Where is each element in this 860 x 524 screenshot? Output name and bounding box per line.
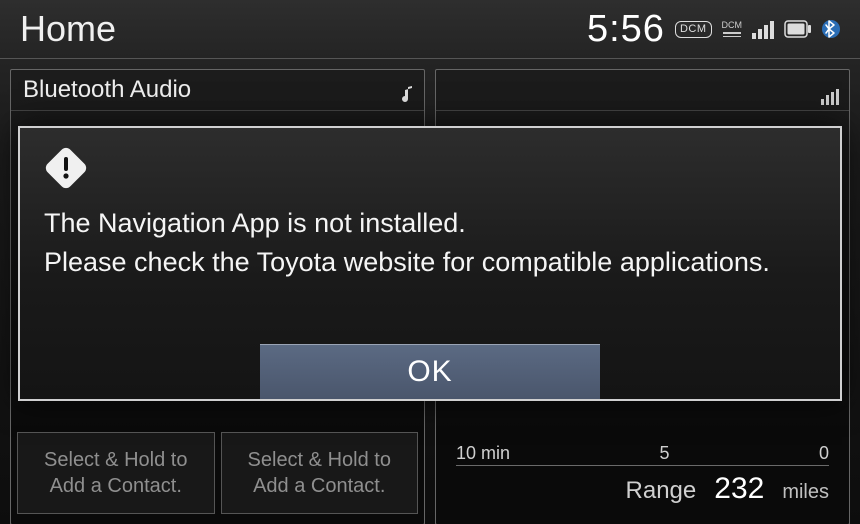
home-button[interactable]: Home bbox=[20, 8, 116, 50]
signal-icon bbox=[752, 19, 774, 39]
range-unit: miles bbox=[782, 481, 829, 504]
contact-slot-1[interactable]: Select & Hold to Add a Contact. bbox=[17, 432, 215, 514]
music-note-icon bbox=[398, 78, 414, 118]
audio-panel-title: Bluetooth Audio bbox=[11, 70, 424, 111]
bluetooth-icon bbox=[822, 16, 840, 42]
status-bar: Home 5:56 DCM DCM bbox=[0, 0, 860, 59]
clock: 5:56 bbox=[587, 8, 665, 51]
contact-slot-2[interactable]: Select & Hold to Add a Contact. bbox=[221, 432, 419, 514]
info-panel-header bbox=[436, 70, 849, 111]
warning-icon bbox=[44, 146, 88, 190]
alert-dialog: The Navigation App is not installed. Ple… bbox=[18, 126, 842, 401]
bars-icon bbox=[821, 78, 839, 118]
dcm-badge: DCM bbox=[675, 21, 712, 38]
dcm-sub-icon: DCM bbox=[722, 21, 743, 37]
alert-line-1: The Navigation App is not installed. bbox=[44, 204, 816, 243]
tick-label: 10 min bbox=[456, 443, 510, 464]
range-value: 232 bbox=[714, 472, 764, 506]
tick-label: 5 bbox=[660, 443, 670, 464]
range-row: Range 232 miles bbox=[456, 465, 829, 506]
ok-button[interactable]: OK bbox=[260, 344, 600, 399]
range-label: Range bbox=[626, 477, 697, 505]
tick-label: 0 bbox=[819, 443, 829, 464]
fuel-tick-row: 10 min 5 0 bbox=[456, 443, 829, 464]
alert-line-2: Please check the Toyota website for comp… bbox=[44, 243, 816, 282]
battery-icon bbox=[784, 20, 812, 38]
